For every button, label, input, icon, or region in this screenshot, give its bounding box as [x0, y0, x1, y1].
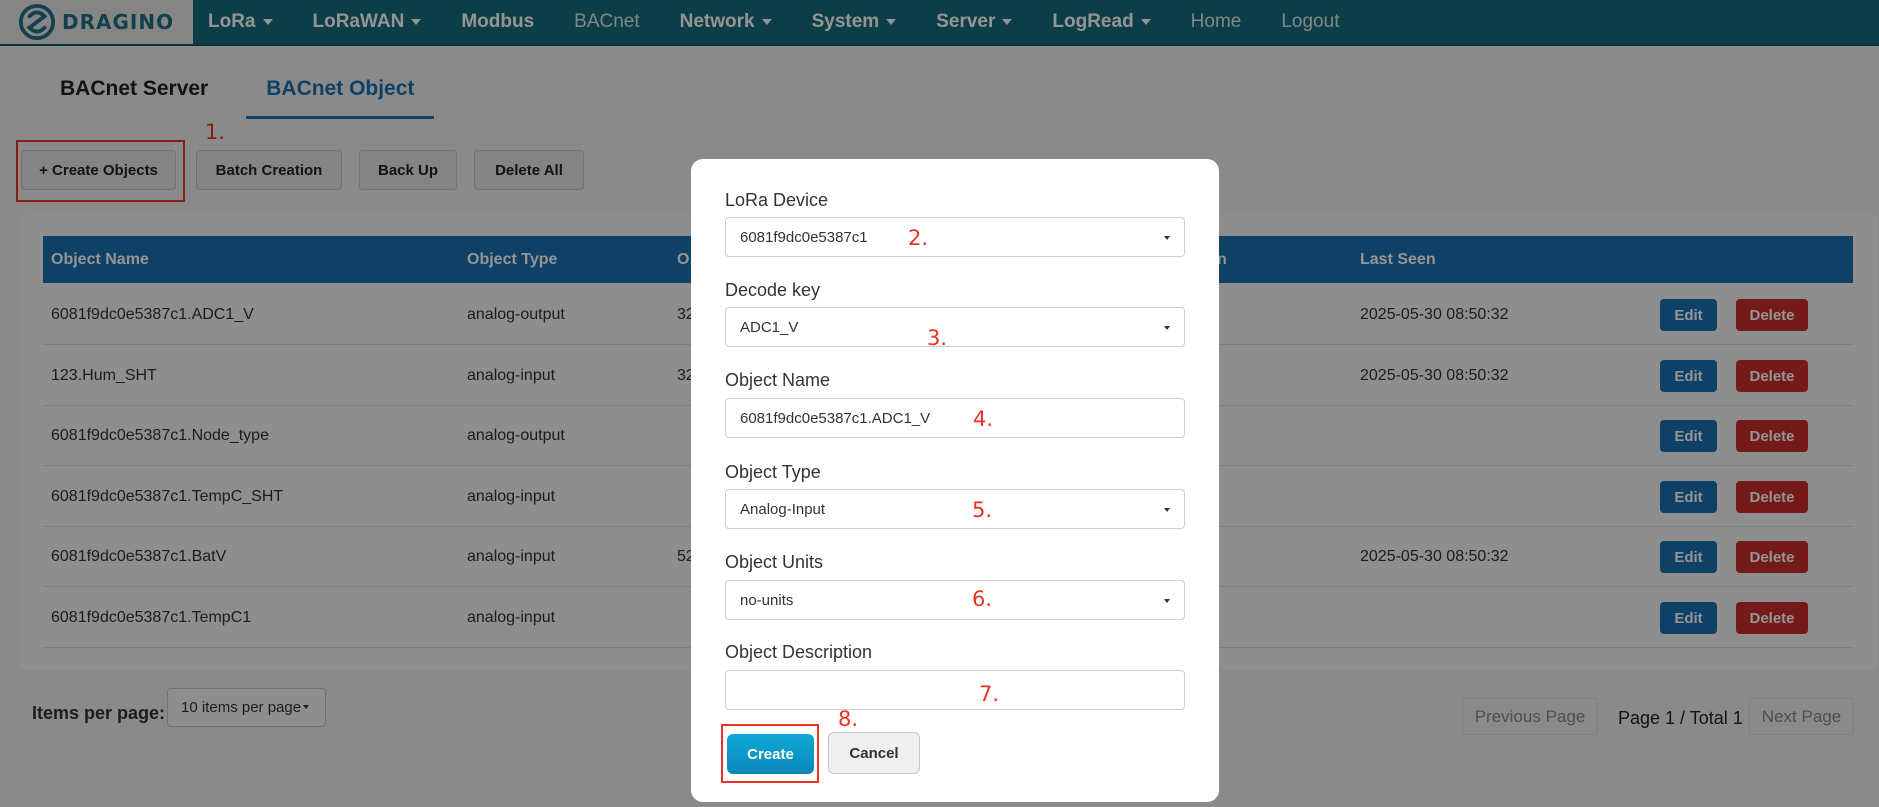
- object-name-label: Object Name: [725, 370, 831, 390]
- create-button[interactable]: Create: [727, 734, 814, 774]
- lora-device-select[interactable]: 6081f9dc0e5387c1: [725, 217, 1185, 257]
- annotation-8: 8.: [838, 707, 859, 731]
- cancel-button[interactable]: Cancel: [828, 732, 920, 774]
- object-type-label: Object Type: [725, 462, 821, 482]
- object-name-value: 6081f9dc0e5387c1.ADC1_V: [740, 409, 931, 427]
- annotation-7: 7.: [979, 682, 1000, 706]
- caret-down-icon: [1164, 236, 1170, 240]
- object-units-value: no-units: [740, 591, 794, 609]
- create-object-dialog: LoRa Device 6081f9dc0e5387c1 2. Decode k…: [691, 159, 1219, 802]
- object-description-input[interactable]: [725, 670, 1185, 710]
- object-description-label: Object Description: [725, 642, 873, 662]
- object-units-label: Object Units: [725, 552, 824, 572]
- object-name-input[interactable]: 6081f9dc0e5387c1.ADC1_V: [725, 398, 1185, 438]
- decode-key-value: ADC1_V: [740, 318, 799, 336]
- caret-down-icon: [1164, 508, 1170, 512]
- annotation-3: 3.: [927, 326, 948, 350]
- caret-down-icon: [1164, 599, 1170, 603]
- annotation-2: 2.: [908, 226, 929, 250]
- lora-device-label: LoRa Device: [725, 190, 829, 210]
- decode-key-select[interactable]: ADC1_V: [725, 307, 1185, 347]
- caret-down-icon: [1164, 326, 1170, 330]
- annotation-4: 4.: [973, 407, 994, 431]
- object-units-select[interactable]: no-units: [725, 580, 1185, 620]
- lora-device-value: 6081f9dc0e5387c1: [740, 228, 868, 246]
- annotation-5: 5.: [972, 498, 993, 522]
- object-type-value: Analog-Input: [740, 500, 826, 518]
- object-type-select[interactable]: Analog-Input: [725, 489, 1185, 529]
- annotation-6: 6.: [972, 587, 993, 611]
- decode-key-label: Decode key: [725, 280, 821, 300]
